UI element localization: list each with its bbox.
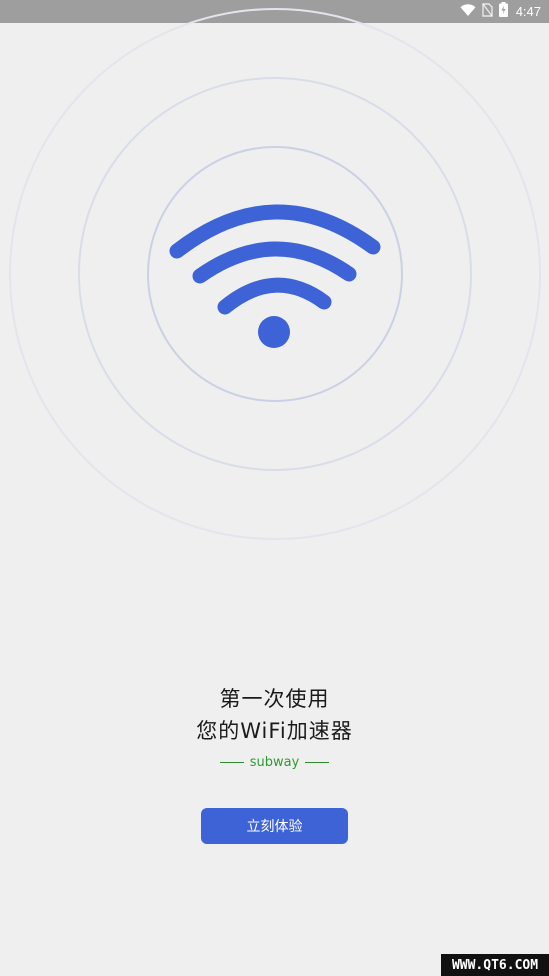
battery-charging-icon [498, 2, 508, 21]
wifi-icon [165, 190, 385, 360]
tagline: subway [249, 754, 300, 770]
tagline-row: subway [0, 752, 549, 772]
watermark: WWW.QT6.COM [441, 954, 549, 976]
tagline-divider-right [305, 761, 330, 763]
wifi-icon [460, 2, 476, 21]
page-title-line-1: 第一次使用 [219, 687, 330, 711]
page-title-line-2: 您的WiFi加速器 [196, 719, 353, 743]
start-button[interactable]: 立刻体验 [201, 808, 348, 844]
tagline-divider-left [219, 761, 244, 763]
status-icons: 4:47 [460, 0, 541, 23]
status-time: 4:47 [515, 4, 541, 19]
no-sim-icon [481, 2, 493, 21]
